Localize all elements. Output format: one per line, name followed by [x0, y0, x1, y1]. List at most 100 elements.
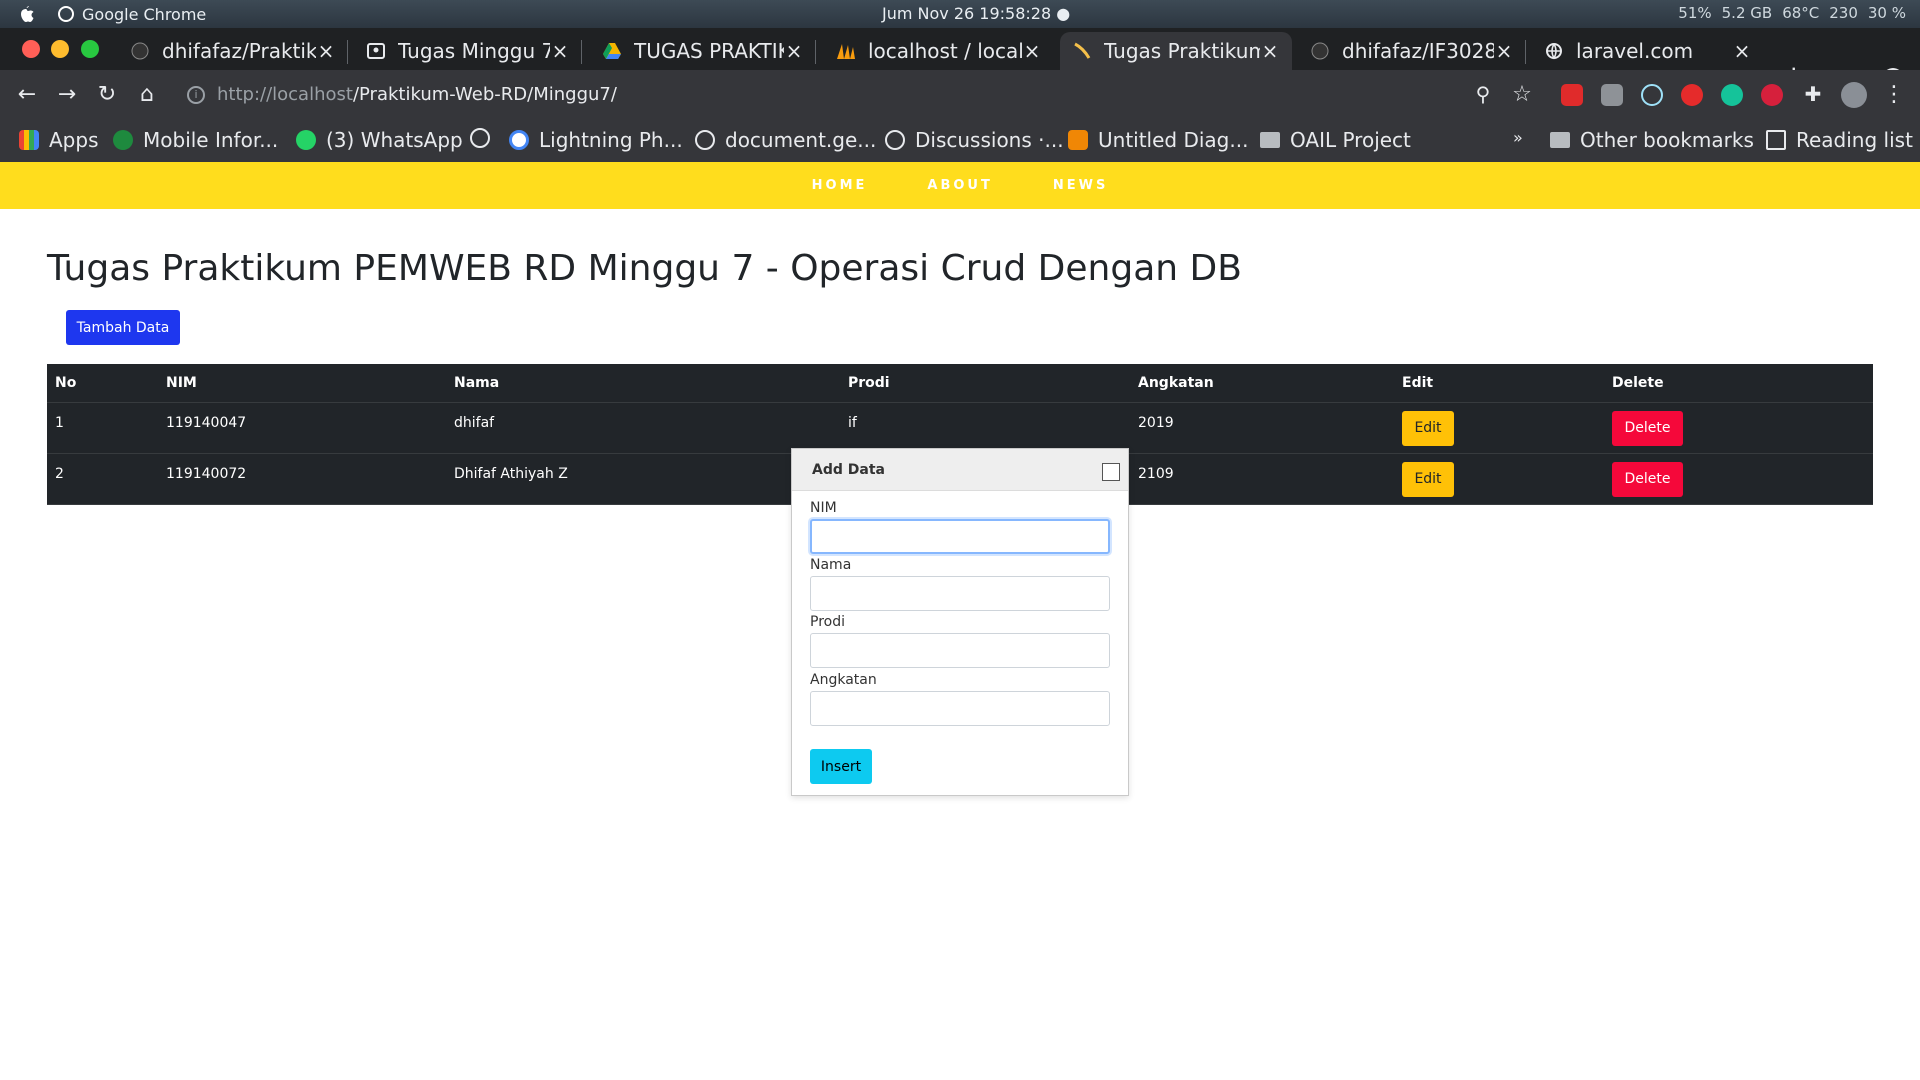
tab-tugas-minggu[interactable]: Tugas Minggu 7 F × [354, 32, 582, 70]
profile-avatar[interactable] [1841, 82, 1867, 108]
drawio-icon [1068, 130, 1088, 150]
add-data-modal: Add Data NIM Nama Prodi Angkatan Insert [791, 448, 1129, 796]
close-icon[interactable]: × [1022, 39, 1042, 63]
kebab-menu-icon[interactable]: ⋮ [1880, 82, 1908, 107]
globe-icon [1544, 41, 1564, 61]
bookmark-oail-project[interactable]: OAIL Project [1260, 128, 1411, 152]
zoom-window-button[interactable] [81, 40, 99, 58]
close-icon[interactable]: × [550, 39, 570, 63]
extension-grammarly-icon[interactable] [1721, 84, 1743, 106]
app-name[interactable]: Google Chrome [82, 5, 206, 24]
header-prodi: Prodi [840, 364, 1130, 403]
battery-percent-stat: 30 % [1867, 4, 1906, 22]
nama-label: Nama [810, 557, 852, 573]
bookmark-label: Other bookmarks [1580, 128, 1754, 152]
fan-stat: 230 [1829, 4, 1858, 22]
cell-angkatan: 2109 [1130, 453, 1394, 505]
delete-button[interactable]: Delete [1612, 461, 1683, 497]
tab-github-praktikum[interactable]: dhifafaz/Praktiku × [118, 32, 348, 70]
close-icon[interactable]: × [784, 39, 804, 63]
modal-close-checkbox[interactable] [1102, 463, 1120, 481]
clock[interactable]: Jum Nov 26 19:58:28 ● [882, 4, 1070, 23]
bookmark-label: Untitled Diag... [1098, 128, 1249, 152]
bookmark-star-icon[interactable]: ☆ [1508, 82, 1536, 107]
url-path: /Praktikum-Web-RD/Minggu7/ [352, 84, 617, 105]
drive-icon [602, 41, 622, 61]
angkatan-input[interactable] [810, 691, 1110, 726]
bookmark-discussions[interactable]: Discussions ·... [885, 128, 1064, 152]
delete-button[interactable]: Delete [1612, 410, 1683, 446]
tab-tugas-praktikum-active[interactable]: Tugas Praktikum × [1060, 32, 1292, 70]
bookmark-apps[interactable]: Apps [19, 128, 99, 152]
header-delete: Delete [1604, 364, 1873, 403]
close-icon[interactable]: × [1732, 39, 1752, 63]
header-nama: Nama [446, 364, 840, 403]
tab-label: TUGAS PRAKTIKU [634, 39, 784, 63]
cell-nama: Dhifaf Athiyah Z [446, 453, 840, 505]
bookmark-label: Lightning Ph... [539, 128, 683, 152]
extension-mendeley-icon[interactable] [1561, 84, 1583, 106]
nim-input[interactable] [810, 519, 1110, 554]
bookmark-reading-list[interactable]: Reading list [1766, 128, 1913, 152]
address-bar[interactable]: http://localhost/Praktikum-Web-RD/Minggu… [217, 84, 617, 105]
bookmark-whatsapp[interactable]: (3) WhatsApp [296, 128, 463, 152]
classroom-icon [366, 41, 386, 61]
extension-gray-icon[interactable] [1601, 84, 1623, 106]
os-menu-bar: Google Chrome Jum Nov 26 19:58:28 ● 51% … [0, 0, 1920, 28]
bookmark-globe[interactable] [470, 128, 500, 148]
close-icon[interactable]: × [1260, 39, 1280, 63]
bookmark-lightning[interactable]: Lightning Ph... [509, 128, 683, 152]
cell-nama: dhifaf [446, 402, 840, 454]
info-icon[interactable]: i [187, 86, 205, 104]
site-navbar: HOME ABOUT NEWS [0, 162, 1920, 209]
header-angkatan: Angkatan [1130, 364, 1394, 403]
nav-home-link[interactable]: HOME [812, 178, 868, 193]
edit-button[interactable]: Edit [1402, 410, 1454, 446]
chrome-icon [58, 6, 74, 22]
insert-button[interactable]: Insert [810, 749, 872, 784]
bookmark-label: » [1513, 128, 1523, 147]
prodi-input[interactable] [810, 633, 1110, 668]
tab-strip: dhifafaz/Praktiku × Tugas Minggu 7 F × T… [0, 28, 1920, 90]
bookmark-label: OAIL Project [1290, 128, 1411, 152]
google-icon [509, 130, 529, 150]
bookmark-mobile-infor[interactable]: Mobile Infor... [113, 128, 278, 152]
tab-label: dhifafaz/IF3028-1 [1342, 39, 1494, 63]
extension-privacy-icon[interactable] [1761, 84, 1783, 106]
close-icon[interactable]: × [1494, 39, 1514, 63]
bookmark-document[interactable]: document.ge... [695, 128, 876, 152]
globe-icon [695, 130, 715, 150]
bookmark-label: Apps [49, 128, 99, 152]
apple-icon[interactable] [18, 5, 34, 23]
reload-icon[interactable]: ↻ [93, 82, 121, 107]
bookmark-other-bookmarks[interactable]: Other bookmarks [1550, 128, 1754, 152]
reading-list-icon [1766, 130, 1786, 150]
nama-input[interactable] [810, 576, 1110, 611]
nim-label: NIM [810, 500, 837, 516]
back-arrow-icon[interactable]: ← [13, 82, 41, 107]
cell-no: 2 [47, 453, 158, 505]
tab-laravel[interactable]: laravel.com × [1532, 32, 1764, 70]
extension-react-icon[interactable] [1641, 84, 1663, 106]
extension-adblock-icon[interactable] [1681, 84, 1703, 106]
bookmark-untitled-diagram[interactable]: Untitled Diag... [1068, 128, 1248, 152]
extensions-puzzle-icon[interactable]: ✚ [1799, 82, 1827, 106]
tab-github-if3028[interactable]: dhifafaz/IF3028-1 × [1298, 32, 1526, 70]
add-data-button[interactable]: Tambah Data [66, 310, 180, 345]
tab-tugas-praktikum-drive[interactable]: TUGAS PRAKTIKU × [590, 32, 816, 70]
tab-label: localhost / localh [868, 39, 1022, 63]
edit-button[interactable]: Edit [1402, 461, 1454, 497]
modal-title: Add Data [812, 461, 885, 478]
home-icon[interactable]: ⌂ [133, 82, 161, 107]
tab-localhost-phpmyadmin[interactable]: localhost / localh × [824, 32, 1054, 70]
minimize-window-button[interactable] [51, 40, 69, 58]
close-window-button[interactable] [22, 40, 40, 58]
modal-header: Add Data [792, 449, 1128, 491]
zoom-magnifier-icon[interactable]: ⚲ [1469, 82, 1497, 106]
forward-arrow-icon[interactable]: → [53, 82, 81, 107]
bookmarks-overflow-chevron-icon[interactable]: » [1513, 128, 1523, 147]
nav-about-link[interactable]: ABOUT [927, 178, 992, 193]
whatsapp-icon [296, 130, 316, 150]
close-icon[interactable]: × [316, 39, 336, 63]
nav-news-link[interactable]: NEWS [1053, 178, 1108, 193]
